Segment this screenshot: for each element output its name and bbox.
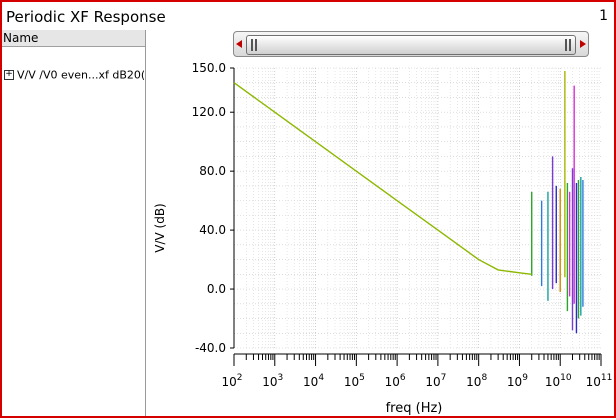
y-tick-label: -40.0	[195, 341, 226, 355]
tree-item-row[interactable]: + V/V /V0 even...xf dB20(V	[4, 68, 144, 82]
x-tick-label: 105	[344, 373, 365, 389]
window-title: Periodic XF Response	[6, 8, 166, 26]
signal-browser-panel: Name + V/V /V0 even...xf dB20(V	[2, 30, 146, 416]
xf-response-chart[interactable]: V/V (dB) freq (Hz) 150.0 120.0 80.0 40.0 0.0…	[146, 58, 614, 416]
title-bar: Periodic XF Response 1	[2, 2, 614, 30]
scroll-left-arrow-icon[interactable]	[236, 40, 242, 48]
thumb-right-grip-icon[interactable]	[569, 39, 571, 51]
plot-area[interactable]: V/V (dB) freq (Hz) 150.0 120.0 80.0 40.0 0.0…	[146, 58, 614, 416]
tree-item-label[interactable]: V/V /V0 even...xf dB20(V	[17, 69, 144, 82]
x-tick-label: 1010	[545, 373, 572, 389]
name-column-header[interactable]: Name	[2, 30, 145, 47]
y-tick-label: 80.0	[199, 164, 226, 178]
y-tick-label: 40.0	[199, 223, 226, 237]
x-tick-label: 107	[425, 373, 446, 389]
x-tick-label: 108	[466, 373, 487, 389]
x-tick-label: 103	[262, 373, 283, 389]
thumb-left-grip-icon[interactable]	[255, 39, 257, 51]
expand-toggle-icon[interactable]: +	[4, 70, 14, 80]
y-tick-label: 150.0	[192, 61, 226, 75]
pane-number: 1	[599, 8, 608, 24]
column-sub-header	[2, 48, 145, 62]
x-tick-label: 104	[303, 373, 324, 389]
x-tick-label: 102	[221, 373, 242, 389]
scrollbar-thumb[interactable]	[246, 35, 576, 55]
y-axis-label: V/V (dB)	[153, 203, 167, 253]
y-tick-label: 120.0	[192, 105, 226, 119]
thumb-left-grip-icon[interactable]	[251, 39, 253, 51]
x-tick-label: 106	[385, 373, 406, 389]
series-line	[233, 82, 532, 276]
app-window: Periodic XF Response 1 Name + V/V /V0 eve…	[0, 0, 616, 418]
x-tick-label: 109	[507, 373, 528, 389]
y-tick-label: 0.0	[207, 282, 226, 296]
x-tick-label: 1011	[586, 373, 613, 389]
scroll-right-arrow-icon[interactable]	[580, 40, 586, 48]
thumb-right-grip-icon[interactable]	[565, 39, 567, 51]
horizontal-zoom-scrollbar[interactable]	[233, 31, 589, 57]
x-axis-label: freq (Hz)	[386, 401, 443, 416]
